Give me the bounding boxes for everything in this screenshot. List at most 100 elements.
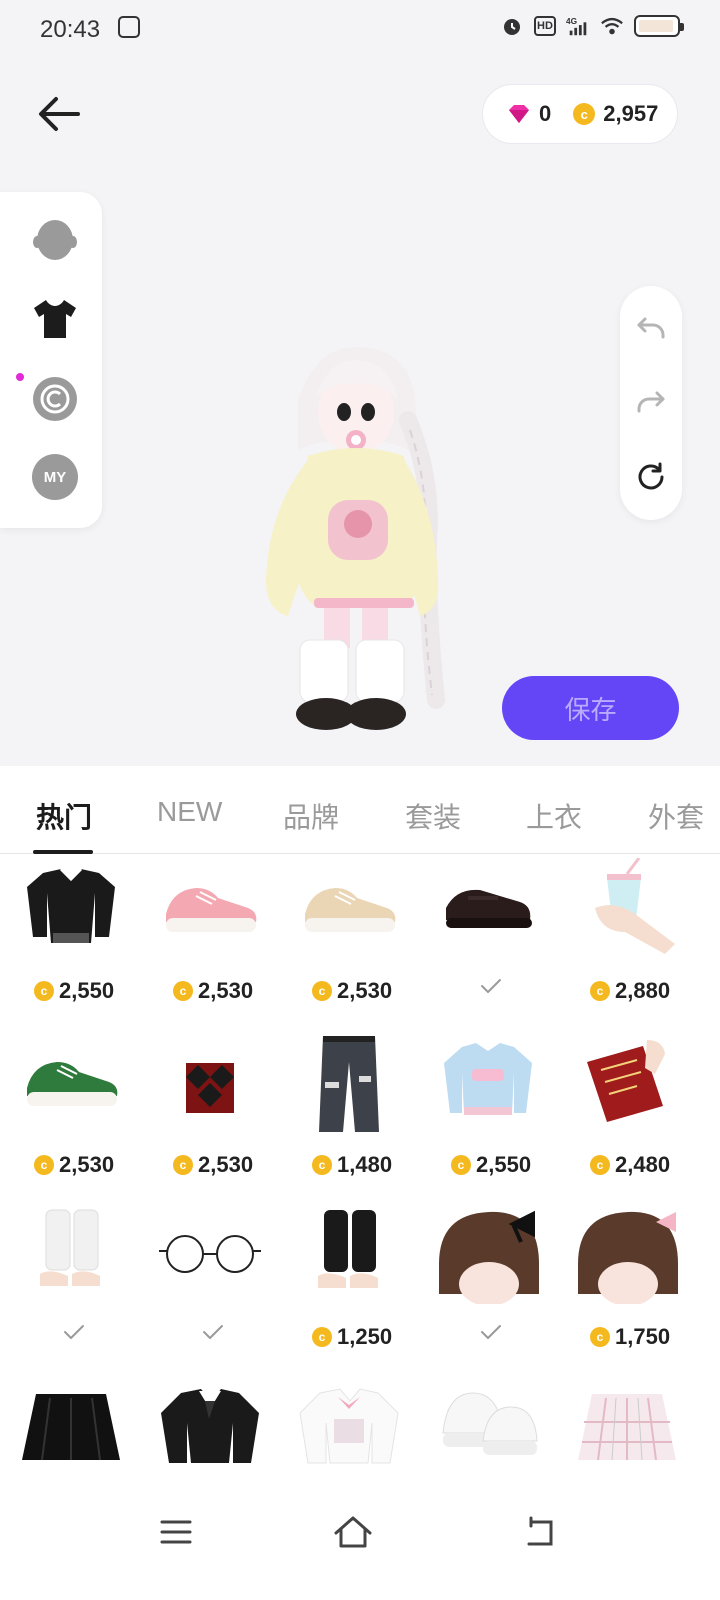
item-thumbnail-plaid-skirt: [572, 1378, 682, 1478]
side-copyright-button[interactable]: [32, 376, 78, 422]
price-value: 2,550: [59, 978, 115, 1003]
avatar-preview[interactable]: [258, 340, 458, 740]
tshirt-icon: [34, 300, 76, 338]
item-card[interactable]: c 1,750: [558, 1200, 696, 1370]
coin-icon: c: [590, 1327, 610, 1347]
avatar-figure: [266, 347, 445, 730]
my-label: MY: [32, 454, 78, 500]
home-button[interactable]: [331, 1510, 375, 1554]
coin-icon: c: [34, 981, 54, 1001]
item-card[interactable]: [141, 1200, 279, 1370]
owned-check-icon: [479, 1320, 503, 1344]
item-thumbnail-red-book-hand: [572, 1032, 682, 1132]
back-button[interactable]: [34, 88, 86, 140]
item-thumbnail-black-jacket: [16, 858, 126, 958]
category-tabs: 热门 NEW 品牌 套装 上衣 外套: [0, 766, 720, 854]
item-card[interactable]: c 2,530: [141, 854, 279, 1024]
item-card[interactable]: c 2,530: [280, 854, 418, 1024]
reset-button[interactable]: [634, 460, 668, 494]
item-thumbnail-ripped-jeans: [294, 1032, 404, 1132]
price-value: 2,530: [59, 1152, 115, 1177]
item-card[interactable]: c 2,480: [558, 1028, 696, 1198]
menu-icon: [160, 1520, 192, 1544]
price-value: 2,530: [198, 978, 254, 1003]
owned-check-icon: [62, 1320, 86, 1344]
coin-icon: c: [451, 1155, 471, 1175]
item-thumbnail-black-leg-warmers: [294, 1204, 404, 1304]
item-price: c 2,480: [590, 1152, 670, 1178]
tab-hot[interactable]: 热门: [36, 796, 92, 836]
item-sheet: 热门 NEW 品牌 套装 上衣 外套 c 2,550 c 2,530 c 2,530 c 2,…: [0, 766, 720, 1600]
price-value: 1,480: [337, 1152, 393, 1177]
item-price: c 2,550: [34, 978, 114, 1004]
item-card[interactable]: c 2,550: [2, 854, 140, 1024]
back-nav-button[interactable]: [516, 1510, 560, 1554]
coin-icon: c: [34, 1155, 54, 1175]
refresh-icon: [638, 462, 664, 490]
price-value: 1,750: [615, 1324, 671, 1349]
price-value: 2,530: [337, 978, 393, 1003]
item-card[interactable]: c 2,530: [141, 1028, 279, 1198]
copyright-icon: [33, 377, 77, 421]
tab-outerwear[interactable]: 外套: [648, 796, 704, 836]
arrow-left-icon: [39, 97, 80, 131]
price-value: 2,480: [615, 1152, 671, 1177]
redo-button[interactable]: [634, 386, 668, 420]
item-card[interactable]: c 2,880: [558, 854, 696, 1024]
item-thumbnail-beige-sneakers: [294, 858, 404, 958]
tab-brand[interactable]: 品牌: [283, 796, 339, 836]
owned-check-icon: [479, 974, 503, 998]
tab-tops[interactable]: 上衣: [526, 796, 582, 836]
coin-icon: c: [312, 1327, 332, 1347]
price-value: 2,530: [198, 1152, 254, 1177]
side-my-button[interactable]: MY: [32, 454, 78, 500]
item-price: c 1,250: [312, 1324, 392, 1350]
item-card[interactable]: [419, 854, 557, 1024]
item-thumbnail-white-bow-blouse: [294, 1378, 404, 1478]
item-card[interactable]: c 1,480: [280, 1028, 418, 1198]
tab-new[interactable]: NEW: [157, 796, 222, 828]
coin-icon: c: [573, 103, 596, 125]
undo-button[interactable]: [634, 312, 668, 346]
side-face-button[interactable]: [32, 218, 78, 264]
app-notification-icon: [118, 16, 140, 38]
coin-icon: c: [173, 1155, 193, 1175]
item-thumbnail-pink-bow-hair: [572, 1204, 682, 1304]
item-thumbnail-argyle-vest: [155, 1032, 265, 1132]
item-thumbnail-white-loafers: [433, 1378, 543, 1478]
item-card[interactable]: c 2,530: [2, 1028, 140, 1198]
item-price: c 2,550: [451, 1152, 531, 1178]
item-thumbnail-black-mary-janes: [433, 858, 543, 958]
item-thumbnail-green-sneakers: [16, 1032, 126, 1132]
item-card[interactable]: [419, 1200, 557, 1370]
status-icons: HD 4G: [500, 14, 684, 38]
price-value: 2,880: [615, 978, 671, 1003]
currency-balance[interactable]: 0 c 2,957: [482, 84, 678, 144]
undo-icon: [637, 317, 665, 339]
item-price: c 1,750: [590, 1324, 670, 1350]
tab-set[interactable]: 套装: [405, 796, 461, 836]
price-value: 2,550: [476, 1152, 532, 1177]
item-card[interactable]: [2, 1200, 140, 1370]
battery-icon: [634, 15, 684, 37]
category-side-panel: MY: [0, 192, 102, 528]
alarm-icon: [500, 14, 524, 38]
item-price: c 2,530: [173, 978, 253, 1004]
hd-icon: HD: [534, 16, 556, 36]
item-price: c 2,530: [34, 1152, 114, 1178]
item-thumbnail-black-skirt: [16, 1378, 126, 1478]
item-card[interactable]: c 1,250: [280, 1200, 418, 1370]
item-card[interactable]: c 2,550: [419, 1028, 557, 1198]
redo-icon: [637, 391, 665, 413]
side-clothing-button[interactable]: [32, 296, 78, 342]
item-thumbnail-blue-sweatshirt: [433, 1032, 543, 1132]
coin-icon: c: [590, 1155, 610, 1175]
menu-button[interactable]: [154, 1510, 198, 1554]
save-button[interactable]: 保存: [502, 676, 679, 740]
diamond-icon: [509, 105, 529, 123]
item-thumbnail-white-leg-warmers: [16, 1204, 126, 1304]
owned-check-icon: [201, 1320, 225, 1344]
notification-dot: [16, 373, 24, 381]
home-icon: [334, 1516, 372, 1548]
system-nav-bar: [0, 1490, 720, 1600]
